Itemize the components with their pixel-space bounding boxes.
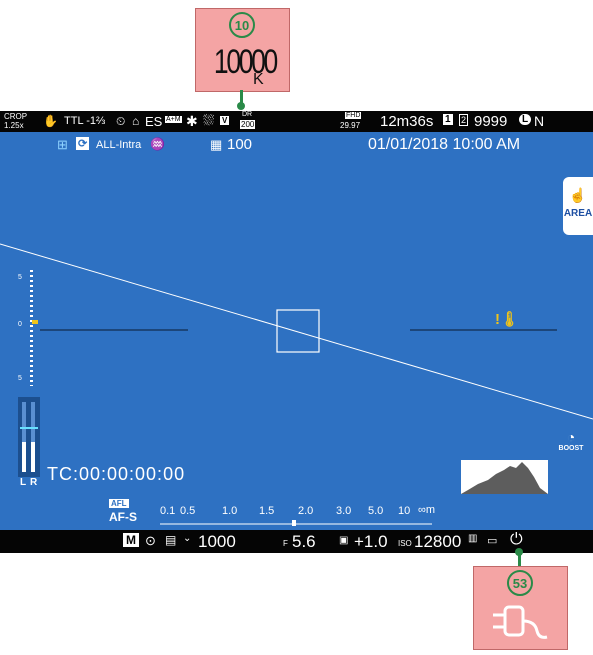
white-balance-icon: ⛆ bbox=[203, 112, 215, 128]
distance-label: 2.0 bbox=[298, 505, 314, 517]
distance-label: 10 bbox=[398, 505, 411, 517]
viewfinder: ⊞ ⟳ ALL-Intra ♒ ▦ 100 01/01/2018 10:00 A… bbox=[0, 132, 593, 530]
audio-level-meter bbox=[18, 397, 40, 477]
exposure-comp-icon: ▣ bbox=[339, 535, 349, 546]
gauge-icon: ◔ bbox=[566, 429, 576, 445]
audio-label-r: R bbox=[30, 477, 38, 488]
self-timer-icon: ⏲ bbox=[116, 114, 126, 128]
iso-prefix: ISO bbox=[398, 539, 412, 548]
callout-white-balance: 10 10000 K bbox=[195, 8, 290, 92]
power-plug-icon: ⏻ bbox=[510, 531, 523, 548]
boost-label: BOOST bbox=[558, 445, 584, 452]
metering-icon: ⊙ bbox=[145, 533, 156, 548]
top-status-bar: CROP 1.25x ✋ TTL -1⅔ ⏲ ⌂ ES A+M ✱ ⛆ V DR… bbox=[0, 111, 593, 132]
callout-number: 53 bbox=[507, 570, 533, 596]
crop-value: 1.25x bbox=[4, 121, 24, 130]
exposure-mode: M bbox=[123, 533, 139, 547]
distance-label: 1.5 bbox=[259, 505, 275, 517]
flash-mode: TTL -1⅔ bbox=[64, 115, 106, 127]
distance-label: 1.0 bbox=[222, 505, 238, 517]
exposure-indicator bbox=[32, 320, 38, 324]
date-time: 01/01/2018 10:00 AM bbox=[368, 136, 521, 153]
boost-indicator: ◔ BOOST bbox=[558, 429, 584, 452]
exposure-scale-zero-label: 0 bbox=[18, 321, 22, 328]
distance-indicator bbox=[292, 520, 296, 526]
frame-count: 100 bbox=[227, 136, 253, 153]
shutter-icon: ⌄ bbox=[183, 533, 192, 544]
af-area-button[interactable]: ☝ AREA bbox=[563, 177, 593, 235]
leader-dot bbox=[237, 102, 245, 110]
plug-icon bbox=[493, 605, 548, 639]
callout-power-supply: 53 bbox=[473, 566, 568, 650]
shutter-type: ES bbox=[145, 114, 163, 129]
audio-level-right bbox=[31, 442, 35, 472]
af-icon: ▤ bbox=[165, 533, 177, 547]
distance-label: 0.5 bbox=[180, 505, 196, 517]
callout-leader-line bbox=[518, 553, 521, 567]
temperature-warning-icon: !🌡 bbox=[495, 311, 520, 328]
image-quality: N bbox=[534, 113, 545, 129]
film-sim-icon: V bbox=[220, 116, 230, 125]
af-mode: AF-S bbox=[109, 510, 137, 524]
distance-label: 0.1 bbox=[160, 505, 176, 517]
plug-cable bbox=[522, 619, 548, 639]
aperture-prefix: F bbox=[283, 539, 288, 548]
exposure-scale: 5 0 5 bbox=[18, 270, 38, 388]
bottom-status-bar: M ⊙ ▤ ⌄ 1000 F 5.6 ▣ +1.0 ISO 12800 ▥ ▭ … bbox=[0, 530, 593, 553]
focus-frame[interactable] bbox=[276, 309, 320, 353]
callout-number: 10 bbox=[229, 12, 255, 38]
exposure-compensation: +1.0 bbox=[354, 532, 388, 551]
bluetooth-icon: ✱ bbox=[186, 113, 198, 129]
timecode: TC:00:00:00:00 bbox=[47, 464, 186, 484]
crop-label: CROP bbox=[4, 112, 28, 121]
area-label: AREA bbox=[563, 208, 593, 219]
shooting-mode-icon: ⌂ bbox=[132, 114, 140, 128]
afl-label: AFL bbox=[109, 499, 129, 508]
image-size: L bbox=[519, 114, 532, 125]
card-slot-1: 1 bbox=[443, 114, 453, 125]
plug-body bbox=[503, 605, 525, 637]
shutter-speed: 1000 bbox=[198, 532, 236, 551]
exposure-scale-bottom-label: 5 bbox=[18, 375, 22, 382]
ibis-icon: ⟳ bbox=[76, 137, 90, 150]
focus-check-icon: ⊞ bbox=[57, 137, 68, 152]
record-time: 12m36s bbox=[380, 113, 434, 130]
distance-label: 3.0 bbox=[336, 505, 352, 517]
movie-format-label: FHD bbox=[345, 112, 362, 119]
aperture: 5.6 bbox=[292, 532, 316, 551]
exposure-scale-top-label: 5 bbox=[18, 274, 22, 281]
frames-remaining: 9999 bbox=[474, 113, 508, 130]
exposure-scale-bar bbox=[30, 270, 33, 386]
audio-peak-marker bbox=[20, 427, 38, 429]
callout-unit: K bbox=[253, 71, 264, 88]
mic-level-icon: ▥ bbox=[468, 533, 478, 544]
audio-level-left bbox=[22, 442, 26, 472]
codec-label: ALL-Intra bbox=[96, 139, 142, 151]
wind-filter-icon: ♒ bbox=[150, 137, 165, 151]
battery-icon: ▭ bbox=[487, 535, 498, 547]
electronic-level-line bbox=[0, 243, 593, 420]
audio-label-l: L bbox=[20, 477, 27, 488]
iso-value: 12800 bbox=[414, 532, 462, 551]
touch-icon: ☝ bbox=[569, 187, 587, 203]
metering-badge: A+M bbox=[165, 116, 182, 123]
frame-count-icon: ▦ bbox=[210, 137, 223, 152]
card-slot-2: 2 bbox=[459, 114, 469, 126]
distance-label: 5.0 bbox=[368, 505, 384, 517]
distance-label: ∞m bbox=[418, 504, 436, 516]
movie-fps: 29.97 bbox=[340, 121, 361, 130]
dr-label: DR bbox=[242, 111, 253, 118]
dr-value: 200 bbox=[240, 120, 256, 129]
stabilizer-icon: ✋ bbox=[43, 114, 58, 128]
